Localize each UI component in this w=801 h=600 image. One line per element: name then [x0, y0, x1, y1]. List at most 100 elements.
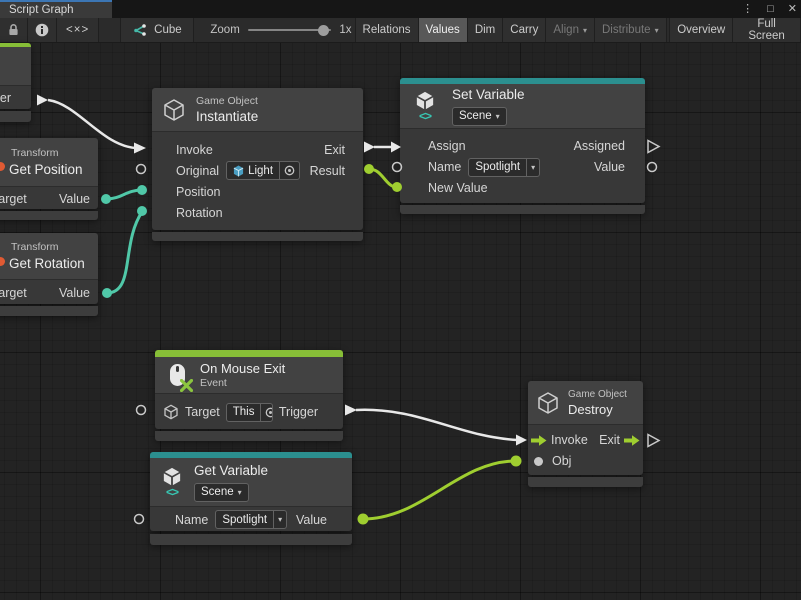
script-graph-window: Script Graph ⋮ □ ✕ <×> Cube — [0, 0, 801, 600]
port-label-value: Value — [594, 160, 625, 174]
port-label-value: Value — [296, 513, 327, 527]
node-on-mouse-exit[interactable]: On Mouse Exit Event Target This — [155, 350, 343, 441]
graph-toolbar: <×> Cube Zoom 1x Relations Values Dim Ca… — [0, 18, 801, 43]
object-picker-icon[interactable] — [260, 404, 272, 421]
node-category: Transform — [11, 241, 58, 254]
carry-button[interactable]: Carry — [502, 18, 546, 42]
zoom-slider-handle[interactable] — [318, 25, 329, 36]
node-get-rotation[interactable]: Transform Get Rotation Target Value — [0, 233, 98, 316]
node-event-clipped[interactable]: Trigger — [0, 43, 31, 122]
close-button[interactable]: ✕ — [786, 0, 799, 18]
node-footer — [152, 232, 363, 241]
values-button[interactable]: Values — [418, 18, 468, 42]
lock-button[interactable] — [0, 18, 28, 42]
variable-glyph-icon: <> — [166, 487, 178, 497]
port-label-exit: Exit — [599, 433, 620, 447]
node-footer — [0, 111, 31, 122]
node-subtitle: Event — [200, 377, 285, 390]
dim-button[interactable]: Dim — [467, 18, 503, 42]
maximize-button[interactable]: □ — [765, 0, 776, 18]
port-label-target: Target — [0, 192, 27, 206]
node-footer — [400, 205, 645, 214]
node-footer — [155, 431, 343, 441]
distribute-button[interactable]: Distribute▾ — [594, 18, 667, 42]
mouse-exit-icon — [163, 360, 191, 390]
port-label-position: Position — [176, 185, 220, 199]
node-title: Get Position — [9, 161, 83, 178]
port-label-exit: Exit — [324, 143, 345, 157]
toolbar-spacer — [99, 18, 121, 42]
chevron-down-icon: ▾ — [278, 515, 282, 524]
node-footer — [150, 534, 352, 545]
chevron-down-icon: ▾ — [655, 26, 659, 35]
object-picker-icon[interactable] — [279, 162, 299, 179]
target-object-field[interactable]: This — [226, 403, 273, 422]
node-category: Game Object — [196, 95, 258, 108]
node-title: Get Rotation — [9, 255, 85, 272]
edit-graph-button[interactable]: <×> — [56, 18, 99, 42]
node-get-position[interactable]: Transform Get Position Target Value — [0, 138, 98, 220]
fullscreen-button[interactable]: Full Screen — [732, 18, 801, 42]
game-object-cube-icon — [163, 404, 179, 420]
unity-variable-icon: <> — [158, 467, 186, 497]
tab-bar: Script Graph ⋮ □ ✕ — [0, 0, 801, 18]
flow-arrow-icon — [531, 435, 547, 446]
node-category: Game Object — [568, 388, 627, 401]
more-menu-button[interactable]: ⋮ — [740, 0, 755, 18]
port-label-value: Value — [59, 286, 90, 300]
port-label-trigger: Trigger — [279, 405, 318, 419]
transform-icon — [0, 257, 5, 266]
relations-button[interactable]: Relations — [355, 18, 419, 42]
zoom-slider[interactable] — [248, 18, 332, 42]
game-object-cube-icon — [162, 98, 186, 122]
node-set-variable[interactable]: <> Set Variable Scene▾ Assign Assigned N… — [400, 78, 645, 214]
original-object-field[interactable]: Light — [226, 161, 300, 180]
port-label-invoke: Invoke — [176, 143, 213, 157]
graph-selector-button[interactable]: Cube — [120, 18, 194, 42]
transform-icon — [0, 162, 5, 171]
variable-scope-dropdown[interactable]: Scene▾ — [452, 107, 507, 126]
node-title: On Mouse Exit — [200, 360, 285, 377]
node-footer — [0, 306, 98, 316]
port-label-target: Target — [185, 405, 220, 419]
node-destroy[interactable]: Game Object Destroy Invoke Exit — [528, 381, 643, 487]
node-header — [0, 47, 31, 85]
port-label-name: Name — [175, 513, 208, 527]
port-label-new-value: New Value — [428, 181, 488, 195]
obj-port-dot — [534, 457, 543, 466]
variable-glyph-icon: <> — [419, 111, 431, 121]
port-label-obj: Obj — [552, 454, 571, 468]
chevron-down-icon: ▾ — [531, 163, 535, 172]
info-button[interactable] — [27, 18, 57, 42]
variable-name-dropdown[interactable]: Spotlight ▾ — [215, 510, 287, 529]
variable-scope-dropdown[interactable]: Scene▾ — [194, 483, 249, 502]
window-controls: ⋮ □ ✕ — [740, 0, 799, 18]
game-object-mini-icon — [233, 165, 244, 177]
unity-variable-icon: <> — [410, 91, 440, 121]
flow-arrow-icon — [624, 435, 640, 446]
zoom-label: Zoom — [206, 18, 243, 42]
node-title: Destroy — [568, 401, 627, 418]
code-icon: <×> — [66, 24, 89, 36]
port-label-name: Name — [428, 160, 461, 174]
chevron-down-icon: ▾ — [496, 112, 500, 121]
node-instantiate[interactable]: Game Object Instantiate Invoke Exit Orig… — [152, 88, 363, 241]
port-label-value: Value — [59, 192, 90, 206]
tab-script-graph[interactable]: Script Graph — [0, 0, 112, 18]
overview-button[interactable]: Overview — [669, 18, 733, 42]
chevron-down-icon: ▾ — [583, 26, 587, 35]
port-label-rotation: Rotation — [176, 206, 223, 220]
port-label-result: Result — [310, 164, 345, 178]
node-title: Set Variable — [452, 86, 525, 103]
tab-title: Script Graph — [9, 4, 74, 16]
graph-icon — [132, 23, 147, 37]
port-label-target: Target — [0, 286, 27, 300]
node-title: Instantiate — [196, 108, 258, 125]
game-object-cube-icon — [536, 391, 560, 415]
node-get-variable[interactable]: <> Get Variable Scene▾ Name Spotlight ▾ — [150, 452, 352, 545]
info-icon — [35, 23, 49, 37]
node-title: Get Variable — [194, 462, 268, 479]
align-button[interactable]: Align▾ — [545, 18, 595, 42]
variable-name-dropdown[interactable]: Spotlight ▾ — [468, 158, 540, 177]
port-label-invoke: Invoke — [551, 433, 588, 447]
